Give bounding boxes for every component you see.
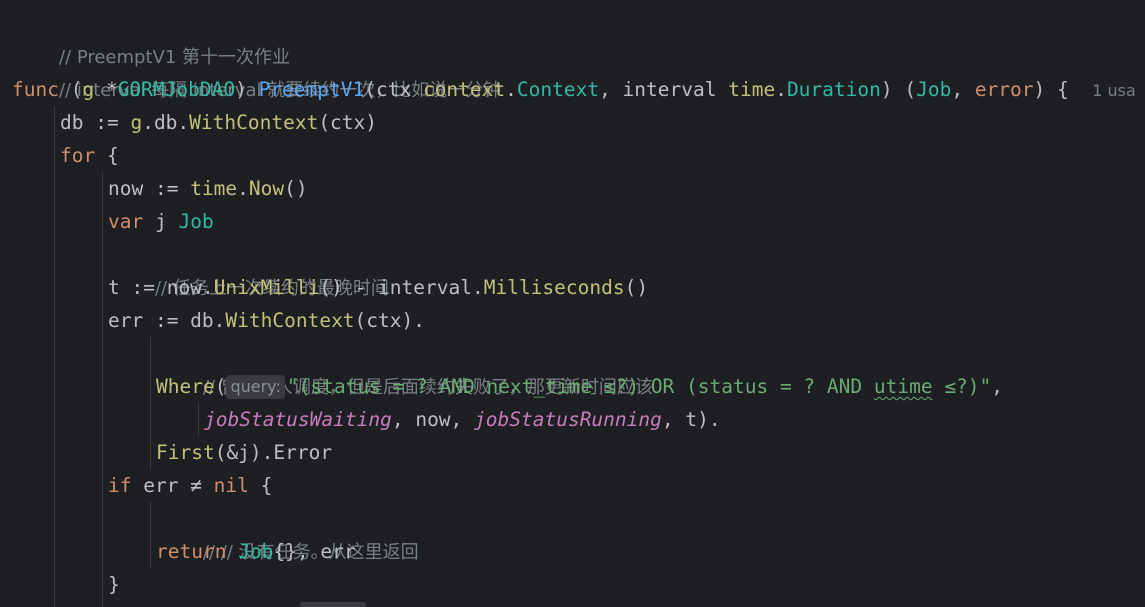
receiver: g xyxy=(82,78,95,101)
string-literal-typo[interactable]: utime xyxy=(874,375,933,398)
method-call[interactable]: WithContext xyxy=(189,111,318,134)
code-text: err := db. xyxy=(108,309,226,332)
keyword-return: return xyxy=(156,540,227,563)
punct: , xyxy=(991,375,1004,398)
usages-hint[interactable]: 1 usa xyxy=(1092,81,1136,100)
constant[interactable]: jobStatusWaiting xyxy=(204,408,392,431)
code-line-14[interactable]: First(&j).Error xyxy=(156,436,332,469)
code-text: j xyxy=(143,210,179,233)
code-line-2[interactable]: // interval 每隔 interval 就要续约一次，比如说一分钟 xyxy=(12,40,501,101)
code-text: err ≠ xyxy=(131,474,214,497)
method-call[interactable]: Now xyxy=(249,177,284,200)
type-name[interactable]: Duration xyxy=(787,78,881,101)
code-text: (ctx) xyxy=(318,111,378,134)
keyword-if: if xyxy=(108,474,132,497)
code-line-15[interactable]: if err ≠ nil { xyxy=(108,469,272,502)
code-line-12[interactable]: Where(query: "(status = ? AND next_time ≤… xyxy=(156,370,1003,403)
code-text: () - interval. xyxy=(319,276,484,299)
method-call[interactable]: UnixMilli xyxy=(214,276,320,299)
punct: ) ( xyxy=(880,78,917,101)
punct: ( xyxy=(214,375,227,398)
punct: ( xyxy=(58,78,83,101)
code-text: .db. xyxy=(142,111,190,134)
code-text: db := xyxy=(60,111,131,134)
code-text: (ctx). xyxy=(354,309,425,332)
code-line-11[interactable]: // 曾经有人调度，但是后面续约失败了，那更新时间应该 xyxy=(156,337,653,398)
code-line-9[interactable]: t := now.UnixMilli() - interval.Millisec… xyxy=(108,271,648,304)
code-text: t := now. xyxy=(108,276,214,299)
parameter-hint: query: xyxy=(226,375,285,399)
punct: ) xyxy=(235,78,259,101)
string-literal: ≤?)" xyxy=(932,375,992,398)
code-line-16[interactable]: // // 没有任务。从这里返回 xyxy=(156,502,419,563)
code-line-17[interactable]: return Job{}, err xyxy=(156,535,356,568)
code-text: now := xyxy=(108,177,191,200)
keyword-var: var xyxy=(108,210,144,233)
code-text: () xyxy=(624,276,649,299)
keyword-for: for xyxy=(60,144,96,167)
punct: * xyxy=(94,78,118,101)
code-line-18[interactable]: } xyxy=(108,568,120,601)
type-name[interactable]: Job xyxy=(178,210,213,233)
return-type[interactable]: error xyxy=(975,78,1034,101)
string-literal: "(status = ? AND next_time ≤?) OR (statu… xyxy=(286,375,874,398)
indent-guide xyxy=(150,502,151,568)
method-call[interactable]: Milliseconds xyxy=(484,276,625,299)
code-line-5[interactable]: for { xyxy=(60,139,119,172)
receiver-type[interactable]: GORMJobDAO xyxy=(118,78,235,101)
code-line-7[interactable]: var j Job xyxy=(108,205,214,238)
punct: . xyxy=(775,78,787,101)
return-type[interactable]: Job xyxy=(916,78,951,101)
code-line-1[interactable]: // PreemptV1 第十一次作业 xyxy=(12,7,290,68)
package-name[interactable]: time xyxy=(728,78,775,101)
code-line-6[interactable]: now := time.Now() xyxy=(108,172,308,205)
code-text: () xyxy=(284,177,308,200)
punct: . xyxy=(505,78,517,101)
package-name[interactable]: time xyxy=(190,177,237,200)
punct: . xyxy=(237,177,249,200)
code-line-13[interactable]: jobStatusWaiting, now, jobStatusRunning,… xyxy=(204,403,721,436)
type-name[interactable]: Job xyxy=(238,540,273,563)
indent-guide xyxy=(150,337,151,469)
method-call[interactable]: WithContext xyxy=(225,309,354,332)
horizontal-scrollbar-thumb[interactable] xyxy=(300,602,366,607)
code-text: , t). xyxy=(661,408,721,431)
code-line-8[interactable]: // 任务上一次续约的最晚时间 xyxy=(108,238,389,299)
keyword-func: func xyxy=(12,78,59,101)
constant[interactable]: jobStatusRunning xyxy=(474,408,662,431)
code-text: { xyxy=(95,144,119,167)
indent-guide xyxy=(54,106,55,607)
function-name[interactable]: PreemptV1 xyxy=(259,78,365,101)
code-text: {}, err xyxy=(273,540,356,563)
closing-brace: } xyxy=(108,573,120,596)
punct: ) { xyxy=(1033,78,1069,101)
package-name[interactable]: context xyxy=(423,78,505,101)
param: (ctx xyxy=(364,78,423,101)
punct: , xyxy=(951,78,975,101)
param: , interval xyxy=(599,78,729,101)
code-text: (&j).Error xyxy=(214,441,333,464)
code-line-3[interactable]: func (g *GORMJobDAO) PreemptV1(ctx conte… xyxy=(12,73,1136,106)
method-call[interactable]: Where xyxy=(156,375,215,398)
code-line-4[interactable]: db := g.db.WithContext(ctx) xyxy=(60,106,377,139)
code-editor[interactable]: // PreemptV1 第十一次作业 // interval 每隔 inter… xyxy=(0,0,1145,607)
keyword-nil: nil xyxy=(213,474,249,497)
method-call[interactable]: First xyxy=(156,441,215,464)
code-text: , now, xyxy=(391,408,475,431)
indent-guide xyxy=(102,172,103,607)
indent-guide xyxy=(198,403,199,436)
receiver: g xyxy=(130,111,143,134)
type-name[interactable]: Context xyxy=(517,78,599,101)
code-line-10[interactable]: err := db.WithContext(ctx). xyxy=(108,304,425,337)
code-text: { xyxy=(248,474,273,497)
